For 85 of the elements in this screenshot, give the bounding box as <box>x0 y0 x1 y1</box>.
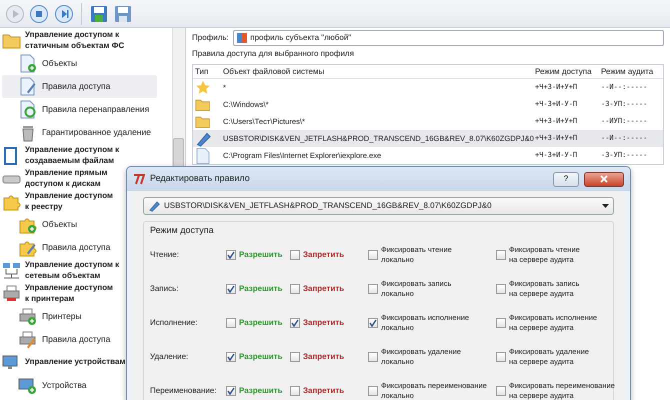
printer-icon <box>2 284 22 304</box>
check-icon <box>227 352 235 360</box>
checkbox[interactable] <box>496 318 506 328</box>
allow-label: Разрешить <box>239 282 283 294</box>
toolbar-button[interactable] <box>52 2 74 24</box>
tree-item[interactable]: Правила доступа <box>2 75 157 98</box>
checkbox[interactable] <box>226 250 236 260</box>
deny-label: Запретить <box>303 248 344 260</box>
tree-group-label[interactable]: Управление доступом к сетевым объектам <box>25 260 120 281</box>
save-icon <box>113 4 134 24</box>
field-label: Запись: <box>150 282 180 294</box>
tree-item[interactable]: Гарантированное удаление <box>2 121 171 144</box>
play-icon <box>5 4 25 24</box>
field-label: Переименование: <box>150 384 218 396</box>
checkbox[interactable] <box>290 284 300 294</box>
checkbox[interactable] <box>368 250 378 260</box>
checkbox[interactable] <box>496 386 506 396</box>
deny-label: Запретить <box>303 350 344 362</box>
checkbox[interactable] <box>368 284 378 294</box>
field-label: Удаление: <box>150 350 190 362</box>
caret-icon <box>602 204 609 208</box>
allow-label: Разрешить <box>239 248 283 260</box>
field-label: Исполнение: <box>150 316 198 328</box>
checkbox[interactable] <box>290 250 300 260</box>
monitor-add-icon <box>18 376 38 396</box>
checkbox[interactable] <box>496 352 506 362</box>
close-icon <box>600 175 608 183</box>
deny-label: Запретить <box>303 316 344 328</box>
checkbox[interactable] <box>226 284 236 294</box>
printer-add-icon <box>18 306 38 326</box>
document-edit-icon <box>18 76 38 96</box>
group-title: Режим доступа <box>150 224 215 237</box>
check-icon <box>291 318 299 326</box>
check-icon <box>227 284 235 292</box>
device-dropdown[interactable]: USBSTOR\DISK&VEN_JETFLASH&PROD_TRANSCEND_16GB&REV_8.07\K60ZGDPJ&0 <box>143 197 614 215</box>
deny-label: Запретить <box>303 384 344 396</box>
column-header[interactable]: Объект файловой системы <box>223 66 535 78</box>
checkbox[interactable] <box>226 352 236 362</box>
profile-label: Профиль: <box>192 32 229 44</box>
checkbox[interactable] <box>226 386 236 396</box>
column-header[interactable]: Тип <box>193 66 223 78</box>
tree-group-label[interactable]: Управление прямым доступом к дискам <box>25 168 108 189</box>
check-icon <box>369 318 377 326</box>
column-header[interactable]: Режим аудита <box>601 66 663 78</box>
checkbox[interactable] <box>290 318 300 328</box>
tree-item[interactable]: Правила доступа <box>2 328 171 351</box>
profile-icon <box>237 33 248 43</box>
next-icon <box>54 4 74 24</box>
tree-group-label[interactable]: Управление устройствам <box>25 357 126 368</box>
tree-item[interactable]: Объекты <box>2 52 171 75</box>
allow-label: Разрешить <box>239 350 283 362</box>
checkbox[interactable] <box>290 386 300 396</box>
field-label: Чтение: <box>150 248 180 260</box>
star-icon <box>195 80 211 96</box>
checkbox[interactable] <box>496 250 506 260</box>
tree-group-label[interactable]: Управление доступом к принтерам <box>25 283 113 304</box>
tree-group-label[interactable]: Управление доступом к реестру <box>25 191 113 212</box>
checkbox[interactable] <box>368 352 378 362</box>
column-header[interactable]: Режим доступа <box>535 66 601 78</box>
dialog-title: Редактировать правило <box>150 172 251 186</box>
tree-item[interactable]: Правила перенаправления <box>2 98 171 121</box>
checkbox[interactable] <box>226 318 236 328</box>
printer-edit-icon <box>18 330 38 350</box>
allow-label: Разрешить <box>239 316 283 328</box>
checkbox[interactable] <box>290 352 300 362</box>
stop-icon <box>29 4 50 24</box>
toolbar-button[interactable] <box>28 2 50 24</box>
check-icon <box>227 386 235 394</box>
network-icon <box>2 260 22 280</box>
tree-group-label[interactable]: Управление доступом к статичным объектам ФС <box>25 30 124 51</box>
tree-group-label[interactable]: Управление доступом к создаваемым файлам <box>25 145 120 166</box>
help-button[interactable]: ? <box>553 172 579 186</box>
close-button[interactable] <box>584 172 624 186</box>
deny-label: Запретить <box>303 282 344 294</box>
document-add-icon <box>18 54 38 74</box>
checkbox[interactable] <box>496 284 506 294</box>
checkbox[interactable] <box>368 318 378 328</box>
checkbox[interactable] <box>368 386 378 396</box>
allow-label: Разрешить <box>239 384 283 396</box>
save-icon <box>89 4 109 24</box>
section-title: Правила доступа для выбранного профиля <box>192 48 355 60</box>
app-logo-icon <box>133 173 145 185</box>
profile-field[interactable]: профиль субъекта "любой" <box>233 30 664 46</box>
check-icon <box>227 250 235 258</box>
document-sync-icon <box>18 100 38 120</box>
